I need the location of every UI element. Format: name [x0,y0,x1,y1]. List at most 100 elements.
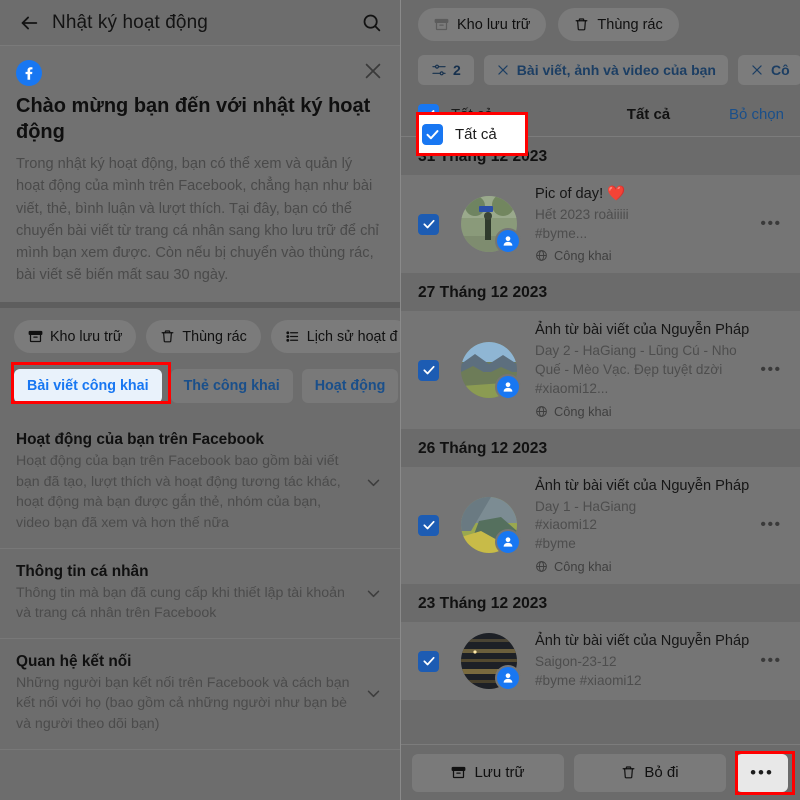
chip-activity-history[interactable]: Lịch sử hoạt đ [270,320,400,354]
post-selection-panel: Kho lưu trữ Thùng rác 2 Bài viết, ảnh và… [400,0,800,800]
more-horizontal-icon[interactable]: ••• [756,361,786,379]
date-header: 27 Tháng 12 2023 [418,284,548,302]
left-tabs: Bài viết công khai Thẻ công khai Hoạt độ… [0,363,400,418]
back-arrow-icon[interactable] [14,8,44,38]
post-privacy: Công khai [535,559,756,574]
post-text: Ảnh từ bài viết của Nguyễn Pháp Day 2 - … [535,321,756,418]
filter-chips: 2 Bài viết, ảnh và video của bạn Cô [400,51,800,93]
select-all-label-highlighted: Tất cả [455,125,497,143]
post-checkbox[interactable] [418,650,439,672]
post-privacy: Công khai [535,404,756,419]
annotation-select-all-content[interactable]: Tất cả [422,118,522,150]
date-header: 23 Tháng 12 2023 [418,594,548,612]
chevron-down-icon[interactable] [362,474,384,491]
section-title: Thông tin cá nhân [16,562,149,580]
welcome-card-body: Trong nhật ký hoạt động, bạn có thể xem … [16,156,379,284]
chevron-down-icon[interactable] [362,685,384,702]
chip-trash-label: Thùng rác [182,328,247,345]
chip-activity-history-label: Lịch sử hoạt đ [306,328,398,345]
post-privacy-label: Công khai [554,403,612,419]
close-icon[interactable] [360,58,386,84]
selection-center-label: Tất cả [626,106,671,123]
person-badge-icon [495,529,521,556]
post-row[interactable]: Ảnh từ bài viết của Nguyễn Pháp Day 1 - … [400,466,800,584]
more-horizontal-icon: ••• [750,762,774,782]
post-row[interactable]: Ảnh từ bài viết của Nguyễn Pháp Day 2 - … [400,311,800,429]
date-header: 26 Tháng 12 2023 [418,439,548,457]
globe-icon [536,561,547,572]
post-subtitle: Day 2 - HaGiang - Lũng Cú - Nho Quế - Mè… [535,343,737,396]
welcome-card: Chào mừng bạn đến với nhật ký hoạt động … [0,46,400,309]
section-title: Quan hệ kết nối [16,652,132,670]
facebook-logo-icon [16,60,42,86]
list-item[interactable]: Hoạt động của bạn trên Facebook Hoạt độn… [0,417,400,549]
post-text: Ảnh từ bài viết của Nguyễn Pháp Day 1 - … [535,477,756,574]
section-desc: Hoạt động của bạn trên Facebook bao gồm … [16,453,341,531]
post-checkbox[interactable] [418,514,439,536]
list-item[interactable]: Quan hệ kết nối Những người bạn kết nối … [0,639,400,750]
more-horizontal-icon[interactable]: ••• [756,215,786,233]
filter-chip-posts-photos-videos[interactable]: Bài viết, ảnh và video của bạn [483,55,728,85]
filter-count-chip[interactable]: 2 [418,55,474,85]
page-title: Nhật ký hoạt động [52,11,208,33]
left-header: Nhật ký hoạt động [0,0,400,46]
post-thumbnail-wrap [461,633,521,692]
filter-count-label: 2 [453,62,461,78]
list-item[interactable]: Thông tin cá nhân Thông tin mà bạn đã cu… [0,549,400,639]
tab-activity[interactable]: Hoạt động [301,369,399,404]
left-quick-chips: Kho lưu trữ Thùng rác Lịch sử hoạt đ [0,308,400,364]
chevron-down-icon[interactable] [362,585,384,602]
chip-archive[interactable]: Kho lưu trữ [14,320,137,354]
post-title: Ảnh từ bài viết của Nguyễn Pháp [535,322,750,339]
post-thumbnail-wrap [461,497,521,556]
tab-public-tags[interactable]: Thẻ công khai [170,369,293,404]
filter-chip-public[interactable]: Cô [737,55,800,85]
post-title: Pic of day! ❤️ [535,186,626,202]
deselect-button[interactable]: Bỏ chọn [729,106,784,123]
globe-icon [536,250,547,262]
post-title: Ảnh từ bài viết của Nguyễn Pháp [535,632,750,649]
filter-chip-label: Cô [770,62,790,78]
bottom-action-bar: Lưu trữ Bỏ đi ••• [400,744,800,800]
post-row[interactable]: Ảnh từ bài viết của Nguyễn Pháp Saigon-2… [400,621,800,701]
archive-button[interactable]: Lưu trữ [412,753,564,792]
post-privacy: Công khai [535,248,756,263]
post-privacy-label: Công khai [554,248,612,264]
activity-log-panel: Nhật ký hoạt động Chào mừng bạn đến với … [0,0,400,800]
chip-trash[interactable]: Thùng rác [146,320,261,354]
tab-public-posts[interactable]: Bài viết công khai [14,369,162,404]
right-quick-chips: Kho lưu trữ Thùng rác [400,0,800,51]
person-badge-icon [495,228,521,255]
globe-icon [536,405,547,417]
discard-button-label: Bỏ đi [644,764,679,781]
welcome-card-title: Chào mừng bạn đến với nhật ký hoạt động [16,95,371,143]
left-section-list: Hoạt động của bạn trên Facebook Hoạt độn… [0,417,400,750]
search-icon[interactable] [356,8,386,38]
section-desc: Những người bạn kết nối trên Facebook và… [16,674,350,732]
person-badge-icon [495,374,521,401]
post-checkbox[interactable] [418,359,439,381]
post-checkbox[interactable] [418,213,439,235]
more-horizontal-icon[interactable]: ••• [756,516,786,534]
post-subtitle: Hết 2023 roàiiiii #byme... [535,206,629,241]
chip-trash[interactable]: Thùng rác [558,8,679,41]
app-screen: Nhật ký hoạt động Chào mừng bạn đến với … [0,0,800,800]
chip-archive-label: Kho lưu trữ [50,328,123,345]
post-subtitle: Day 1 - HaGiang #xiaomi12 #byme [535,498,637,552]
more-horizontal-icon[interactable]: ••• [756,652,786,670]
post-thumbnail-wrap [461,196,521,255]
tab-public-posts-label: Bài viết công khai [27,378,149,395]
panel-divider [400,0,401,800]
post-subtitle: Saigon-23-12 #byme #xiaomi12 [535,653,642,688]
chip-archive[interactable]: Kho lưu trữ [418,8,547,41]
chip-archive-label: Kho lưu trữ [457,16,531,33]
post-row[interactable]: Pic of day! ❤️ Hết 2023 roàiiiii #byme..… [400,175,800,274]
select-all-checkbox-highlighted[interactable] [422,123,443,145]
post-thumbnail-wrap [461,342,521,401]
post-text: Pic of day! ❤️ Hết 2023 roàiiiii #byme..… [535,185,756,263]
person-badge-icon [495,665,521,692]
filter-chip-label: Bài viết, ảnh và video của bạn [516,62,716,78]
more-options-button[interactable]: ••• [736,753,788,792]
tab-public-tags-label: Thẻ công khai [183,378,280,395]
discard-button[interactable]: Bỏ đi [574,753,726,792]
